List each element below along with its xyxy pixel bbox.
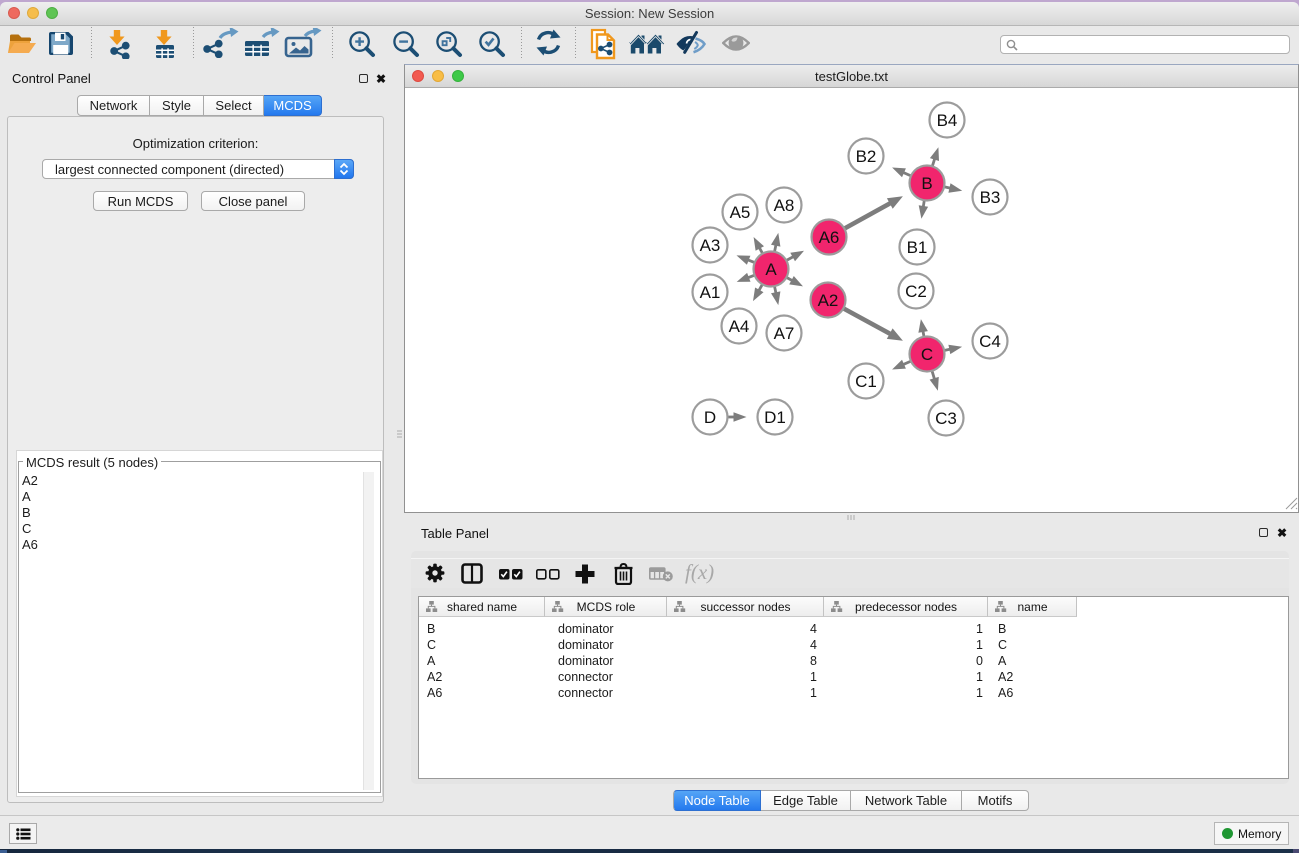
svg-text:A6: A6: [819, 228, 840, 247]
svg-text:D: D: [704, 408, 716, 427]
svg-text:A4: A4: [729, 317, 750, 336]
svg-text:B: B: [921, 174, 932, 193]
svg-text:B3: B3: [980, 188, 1001, 207]
svg-text:A8: A8: [774, 196, 795, 215]
svg-text:A7: A7: [774, 324, 795, 343]
svg-text:C3: C3: [935, 409, 957, 428]
svg-text:C: C: [921, 345, 933, 364]
svg-text:A5: A5: [730, 203, 751, 222]
svg-text:B2: B2: [856, 147, 877, 166]
svg-text:B4: B4: [937, 111, 958, 130]
svg-text:D1: D1: [764, 408, 786, 427]
svg-text:A3: A3: [700, 236, 721, 255]
svg-text:B1: B1: [907, 238, 928, 257]
svg-text:C4: C4: [979, 332, 1001, 351]
svg-text:C1: C1: [855, 372, 877, 391]
svg-text:C2: C2: [905, 282, 927, 301]
svg-text:A1: A1: [700, 283, 721, 302]
svg-text:A2: A2: [818, 291, 839, 310]
svg-text:A: A: [765, 260, 777, 279]
